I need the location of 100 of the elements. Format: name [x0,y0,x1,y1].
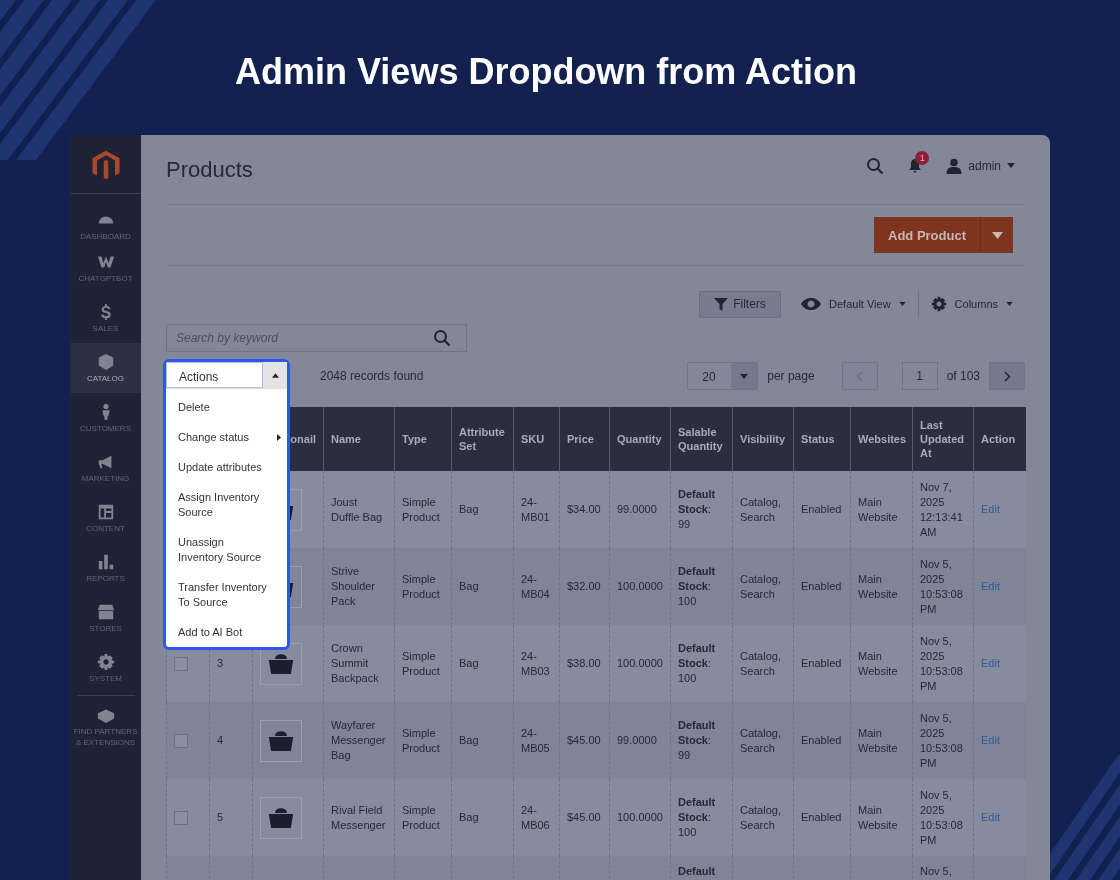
column-header[interactable]: Name [323,407,395,471]
table-cell: Catalog, Search [740,726,781,754]
column-header[interactable]: Price [559,407,610,471]
table-cell: Main Website [858,726,898,754]
product-thumbnail [260,719,302,762]
table-cell: Joust Duffle Bag [331,495,383,523]
table-cell: Enabled [801,734,842,746]
table-cell: Nov 5, 2025 10:53:08 PM [920,634,963,692]
funnel-icon [714,297,729,311]
table-cell: Crown Summit Backpack [331,642,379,684]
table-cell: Enabled [801,580,842,592]
table-cell: Default Stock: 100 [678,565,716,607]
per-page-select[interactable]: 20 [687,362,759,390]
page-input[interactable]: 1 [901,362,938,390]
caret-button[interactable] [263,362,287,388]
search-field[interactable]: Search by keyword [166,324,467,352]
column-header[interactable]: Attribute Set [451,407,514,471]
eye-icon [801,298,822,310]
table-cell: 24-MB05 [521,726,550,754]
table-cell: Catalog, Search [740,649,781,677]
table-cell: 4 [217,734,224,746]
table-cell: Default Stock: 99 [678,719,716,761]
table-cell: Simple Product [402,803,440,831]
column-header[interactable]: Visibility [732,407,794,471]
table-cell: Bag [459,657,479,669]
column-header[interactable]: SKU [513,407,560,471]
table-cell: 24-MB04 [521,572,550,600]
column-header[interactable]: Quantity [609,407,671,471]
table-cell: 99.0000 [617,734,657,746]
table-cell: Bag [459,811,479,823]
row-checkbox[interactable] [174,733,188,748]
columns-menu[interactable]: Columns [930,296,1013,312]
column-header[interactable]: Action [973,407,1026,471]
menu-item[interactable]: Update attributes [166,452,287,482]
table-cell: Main Website [858,572,898,600]
column-header[interactable]: Salable Quantity [670,407,733,471]
table-cell: Main Website [858,803,898,831]
table-cell: $32.00 [567,580,601,592]
actions-select-label[interactable]: Actions [166,362,263,388]
menu-item[interactable]: Transfer Inventory To Source [166,572,287,617]
bar-chart-icon [96,552,115,571]
column-header[interactable]: Status [793,407,851,471]
logo-icon [90,149,121,181]
sidebar-item[interactable]: CATALOG [70,343,141,393]
search-icon[interactable] [866,156,885,175]
actions-dropdown[interactable]: Actions Delete Change status Update attributes Assign Inventory Source Unassign Inventory Source Transfer Inventory To Source Add to AI Bot [163,359,290,650]
table-cell: Enabled [801,503,842,515]
caret-icon [271,372,279,378]
table-cell: $34.00 [567,503,601,515]
table-cell: Catalog, Search [740,572,781,600]
cube-icon [96,352,115,371]
notification-badge: 1 [915,151,930,165]
page-count: of 103 [946,369,980,383]
table-cell: Main Website [858,495,898,523]
page-title: Products [166,156,253,183]
menu-item[interactable]: Delete [166,392,287,422]
search-icon[interactable] [433,329,451,347]
table-cell: Simple Product [402,495,440,523]
column-header[interactable]: Websites [850,407,913,471]
column-header[interactable]: Type [394,407,452,471]
caret-icon [1007,163,1015,168]
menu-item[interactable]: Change status [166,422,287,452]
table-cell: Simple Product [402,726,440,754]
table-cell: Simple Product [402,649,440,677]
layout-icon [96,502,115,521]
add-product-button[interactable]: Add Product [874,217,980,253]
menu-item[interactable]: Assign Inventory Source [166,482,287,527]
table-cell: Nov 5, 2025 10:53:08 PM [920,711,963,769]
gear-icon [930,296,947,312]
headline: Admin Views Dropdown from Action [235,50,859,94]
table-cell: $45.00 [567,734,601,746]
table-cell: Catalog, Search [740,495,781,523]
table-cell: Nov 5, [920,865,952,877]
table-cell: Catalog, Search [740,803,781,831]
menu-item[interactable]: Add to AI Bot [166,617,287,647]
table-cell: Nov 7, 2025 12:13:41 AM [920,480,963,538]
storefront-icon [96,602,115,621]
table-cell: Main Website [858,649,898,677]
view-menu[interactable]: Default View [801,298,906,310]
table-cell: Wayfarer Messenger Bag [331,719,386,761]
filters-button[interactable]: Filters [699,290,782,318]
user-menu[interactable]: admin [946,157,1015,174]
table-cell: $45.00 [567,811,601,823]
row-checkbox[interactable] [174,656,188,671]
table-cell: Nov 5, 2025 10:53:08 PM [920,788,963,846]
table-cell: Bag [459,580,479,592]
table-cell: 100.0000 [617,657,663,669]
table-cell: 24-MB03 [521,649,550,677]
table-cell: Bag [459,503,479,515]
gear-icon [96,652,115,671]
table-cell: Default Stock: 100 [678,796,716,838]
table-cell: $38.00 [567,657,601,669]
submenu-arrow-icon [277,434,281,441]
product-thumbnail [260,642,302,685]
row-checkbox[interactable] [174,810,188,825]
column-header[interactable]: Last Updated At [912,407,974,471]
add-options-button[interactable] [980,217,1013,253]
caret-icon [991,231,1003,239]
menu-item[interactable]: Unassign Inventory Source [166,527,287,572]
table-cell: Nov 5, 2025 10:53:08 PM [920,557,963,615]
